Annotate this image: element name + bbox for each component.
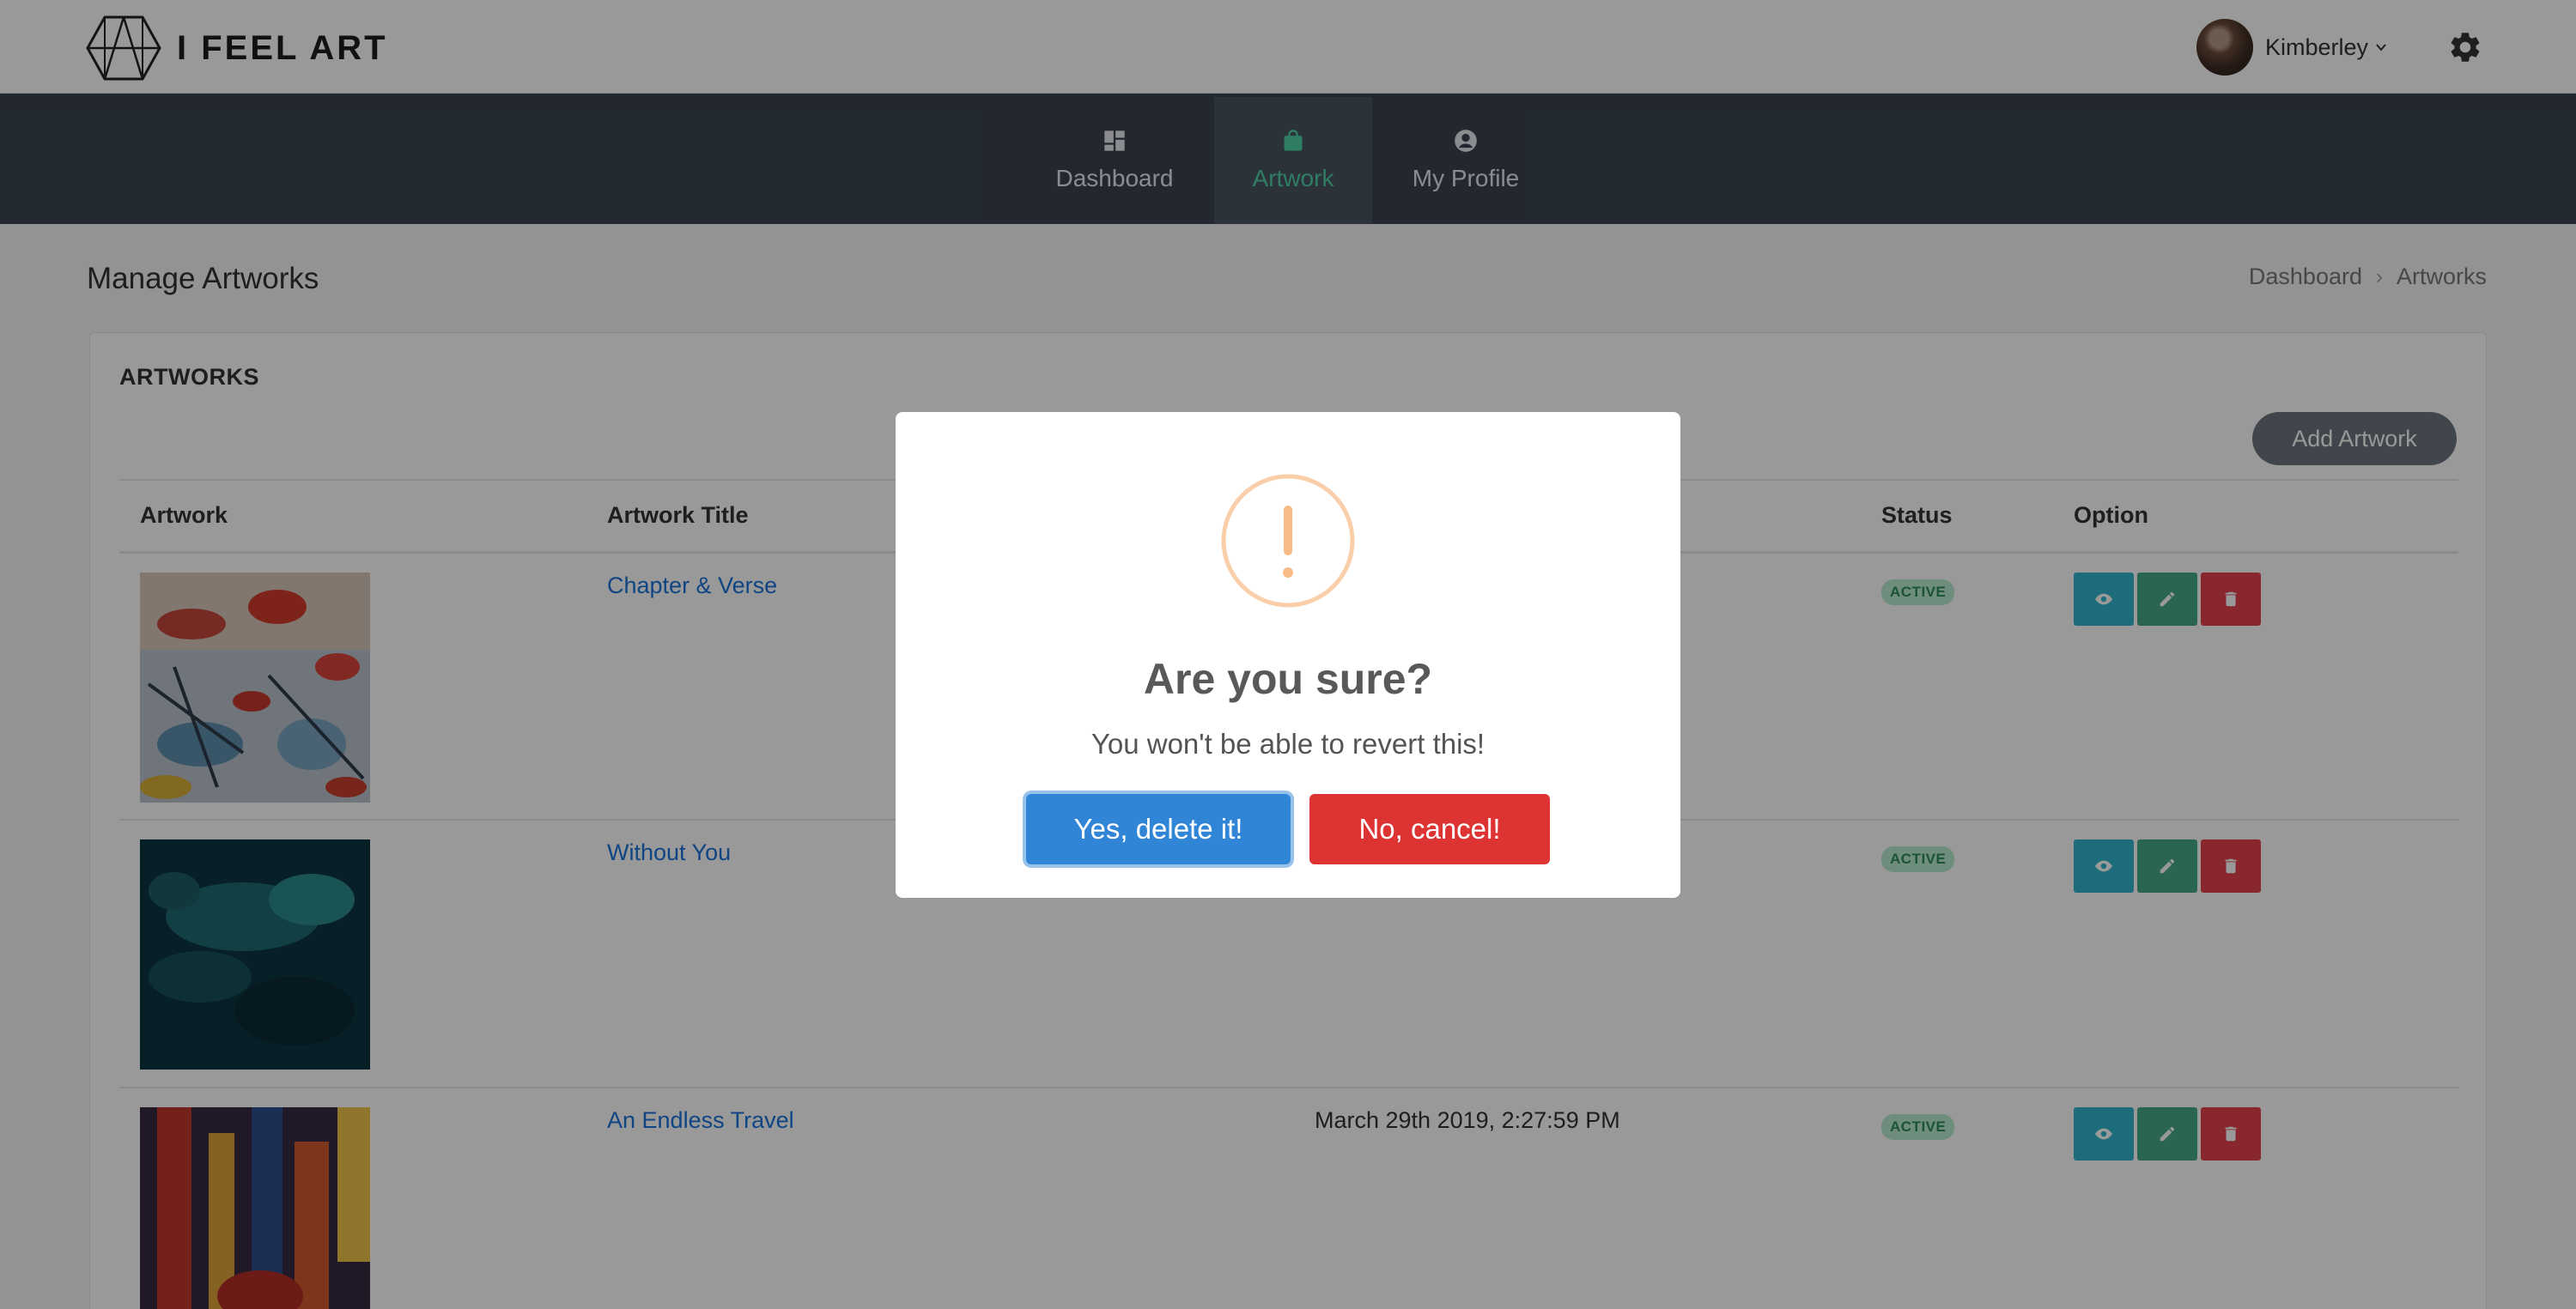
dialog-message: You won't be able to revert this! xyxy=(1091,728,1485,760)
dialog-title: Are you sure? xyxy=(1143,655,1433,703)
cancel-button[interactable]: No, cancel! xyxy=(1309,794,1550,864)
warning-icon xyxy=(1221,474,1355,608)
confirm-delete-button[interactable]: Yes, delete it! xyxy=(1026,794,1291,864)
confirm-dialog: Are you sure? You won't be able to rever… xyxy=(896,412,1680,898)
